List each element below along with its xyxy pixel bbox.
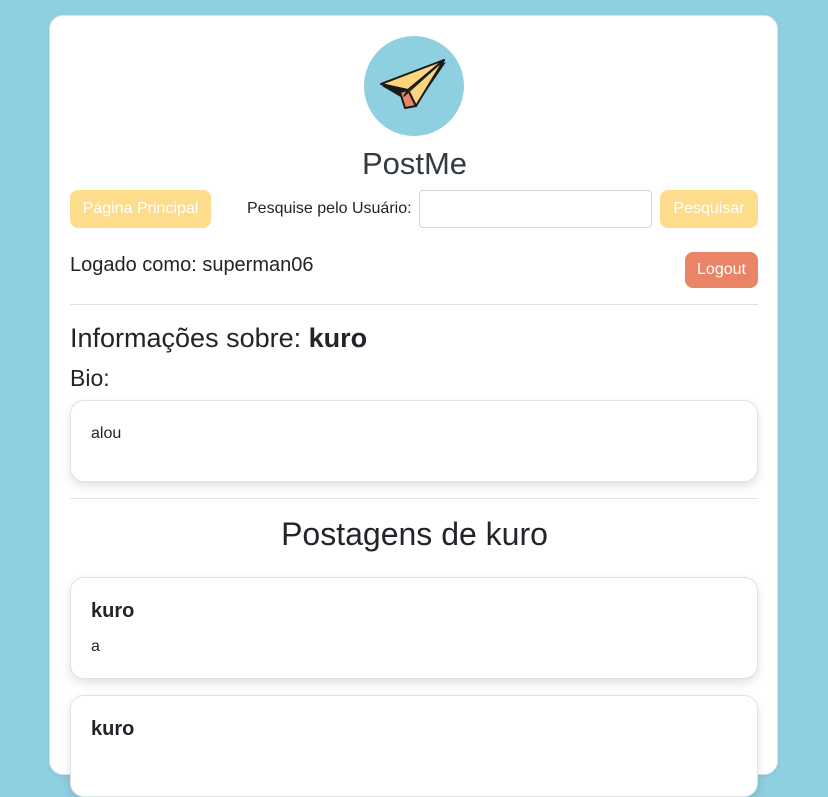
search-button[interactable]: Pesquisar xyxy=(660,190,758,228)
user-search-input[interactable] xyxy=(419,190,652,228)
bio-box: alou xyxy=(70,400,758,482)
logged-in-user: Logado como: superman06 xyxy=(70,254,314,276)
profile-heading-prefix: Informações sobre: xyxy=(70,323,309,353)
bio-text: alou xyxy=(91,425,122,442)
search-label: Pesquise pelo Usuário: xyxy=(247,200,412,217)
divider xyxy=(70,498,758,499)
post-author: kuro xyxy=(91,718,135,740)
paper-plane-icon xyxy=(380,59,446,109)
divider xyxy=(70,304,758,305)
bio-label: Bio: xyxy=(70,365,110,391)
post-card: kuro xyxy=(70,695,758,797)
home-button[interactable]: Página Principal xyxy=(70,190,211,228)
logout-button[interactable]: Logout xyxy=(685,252,758,288)
main-card: PostMe Página Principal Pesquise pelo Us… xyxy=(49,15,778,797)
profile-username: kuro xyxy=(308,323,368,353)
posts-heading: Postagens de kuro xyxy=(281,516,548,552)
post-author: kuro xyxy=(91,600,135,622)
logo xyxy=(364,36,464,136)
profile-heading: Informações sobre: kuro xyxy=(70,321,367,355)
app-title: PostMe xyxy=(361,146,468,181)
post-card: kuro a xyxy=(70,577,758,679)
post-content: a xyxy=(91,638,100,655)
